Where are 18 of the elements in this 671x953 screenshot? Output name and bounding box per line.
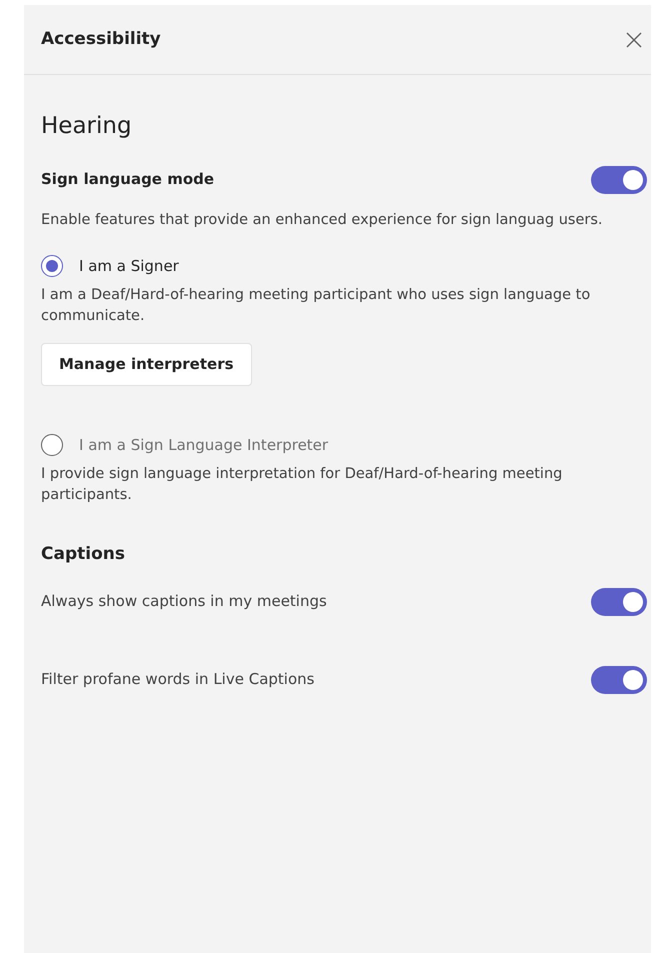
toggle-switch[interactable] — [591, 588, 647, 616]
setting-label: Always show captions in my meetings — [41, 591, 327, 612]
toggle-switch[interactable] — [591, 666, 647, 694]
close-icon — [625, 31, 643, 50]
setting-label: Filter profane words in Live Captions — [41, 669, 314, 690]
toggle-switch[interactable] — [591, 166, 647, 194]
panel-title: Accessibility — [41, 28, 161, 51]
radio-button[interactable] — [41, 434, 63, 456]
radio-label: I am a Signer — [79, 256, 179, 277]
setting-description: Enable features that provide an enhanced experience for sign languag users. — [41, 210, 604, 230]
section-heading: Hearing — [41, 112, 133, 141]
manage-interpreters-button[interactable]: Manage interpreters — [41, 343, 252, 386]
radio-label: I am a Sign Language Interpreter — [79, 434, 328, 456]
setting-label: Sign language mode — [41, 169, 214, 190]
option-description: I provide sign language interpretation for Deaf/Hard-of-hearing meeting participants. — [41, 465, 564, 506]
section-heading: Captions — [41, 543, 126, 566]
radio-button[interactable] — [41, 254, 63, 277]
option-description: I am a Deaf/Hard-of-hearing meeting participant who uses sign language to communicate. — [41, 286, 592, 326]
